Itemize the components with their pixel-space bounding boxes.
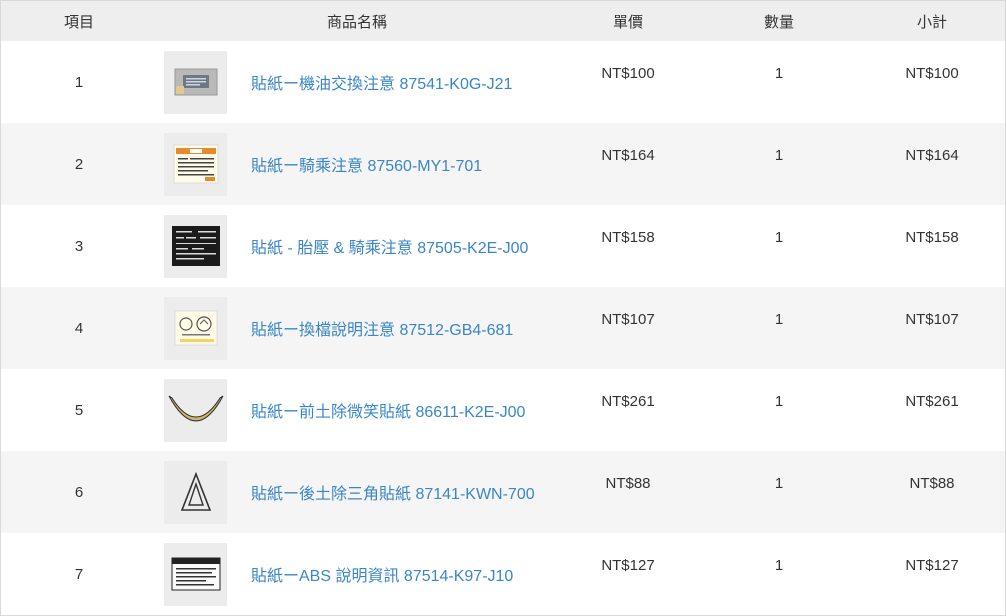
triangle-sticker-icon[interactable] bbox=[164, 460, 227, 524]
product-cell: 貼紙ー換檔說明注意 87512-GB4-681 bbox=[157, 287, 557, 369]
row-index: 7 bbox=[74, 565, 84, 583]
quantity: 1 bbox=[774, 311, 784, 328]
product-link[interactable]: 貼紙ー機油交換注意 87541-K0G-J21 bbox=[251, 70, 512, 94]
unit-price: NT$88 bbox=[605, 475, 651, 492]
table-row: 7 貼紙ーABS 說明資訊 87514-K97-J10 NT$127 1 NT$… bbox=[1, 533, 1005, 615]
unit-price: NT$127 bbox=[601, 557, 655, 574]
product-cell: 貼紙ー騎乘注意 87560-MY1-701 bbox=[157, 123, 557, 205]
product-cell: 貼紙ーABS 說明資訊 87514-K97-J10 bbox=[157, 533, 557, 615]
header-quantity: 數量 bbox=[699, 1, 859, 41]
table-row: 5 貼紙ー前土除微笑貼紙 86611-K2E-J00 NT$261 1 NT$2… bbox=[1, 369, 1005, 451]
riding-caution-sticker-icon[interactable] bbox=[164, 132, 227, 196]
tire-pressure-sticker-icon[interactable] bbox=[164, 214, 227, 278]
header-unit-price: 單價 bbox=[557, 1, 699, 41]
quantity: 1 bbox=[774, 65, 784, 82]
product-link[interactable]: 貼紙ーABS 說明資訊 87514-K97-J10 bbox=[251, 562, 513, 586]
unit-price: NT$261 bbox=[601, 393, 655, 410]
header-product-name: 商品名稱 bbox=[157, 1, 557, 41]
order-items-panel: 項目 商品名稱 單價 數量 小計 1 貼紙ー機油交換注意 87541-K0G-J… bbox=[0, 0, 1006, 616]
table-row: 6 貼紙ー後土除三角貼紙 87141-KWN-700 NT$88 1 NT$88 bbox=[1, 451, 1005, 533]
product-link[interactable]: 貼紙ー騎乘注意 87560-MY1-701 bbox=[251, 152, 482, 176]
row-index: 5 bbox=[74, 401, 84, 419]
quantity: 1 bbox=[774, 393, 784, 410]
subtotal: NT$164 bbox=[905, 147, 959, 164]
table-row: 2 貼紙ー騎乘注意 87560-MY1-701 NT$164 1 NT$164 bbox=[1, 123, 1005, 205]
oil-change-sticker-icon[interactable] bbox=[164, 50, 227, 114]
product-cell: 貼紙ー機油交換注意 87541-K0G-J21 bbox=[157, 41, 557, 123]
product-link[interactable]: 貼紙ー後土除三角貼紙 87141-KWN-700 bbox=[251, 480, 535, 504]
subtotal: NT$158 bbox=[905, 229, 959, 246]
table-row: 3 貼紙 - 胎壓 & 騎乘注意 87505-K2E-J00 NT$158 1 … bbox=[1, 205, 1005, 287]
quantity: 1 bbox=[774, 557, 784, 574]
subtotal: NT$100 bbox=[905, 65, 959, 82]
product-link[interactable]: 貼紙ー換檔說明注意 87512-GB4-681 bbox=[251, 316, 513, 340]
product-cell: 貼紙 - 胎壓 & 騎乘注意 87505-K2E-J00 bbox=[157, 205, 557, 287]
table-header-row: 項目 商品名稱 單價 數量 小計 bbox=[1, 1, 1005, 41]
row-index: 4 bbox=[74, 319, 84, 337]
abs-info-sticker-icon[interactable] bbox=[164, 542, 227, 606]
product-link[interactable]: 貼紙 - 胎壓 & 騎乘注意 87505-K2E-J00 bbox=[251, 234, 528, 258]
unit-price: NT$164 bbox=[601, 147, 655, 164]
product-cell: 貼紙ー前土除微笑貼紙 86611-K2E-J00 bbox=[157, 369, 557, 451]
quantity: 1 bbox=[774, 475, 784, 492]
row-index: 1 bbox=[74, 73, 84, 91]
row-index: 6 bbox=[74, 483, 84, 501]
subtotal: NT$88 bbox=[909, 475, 955, 492]
row-index: 2 bbox=[74, 155, 84, 173]
quantity: 1 bbox=[774, 147, 784, 164]
unit-price: NT$107 bbox=[601, 311, 655, 328]
header-index: 項目 bbox=[1, 1, 157, 41]
subtotal: NT$261 bbox=[905, 393, 959, 410]
row-index: 3 bbox=[74, 237, 84, 255]
product-cell: 貼紙ー後土除三角貼紙 87141-KWN-700 bbox=[157, 451, 557, 533]
gear-shift-sticker-icon[interactable] bbox=[164, 296, 227, 360]
subtotal: NT$107 bbox=[905, 311, 959, 328]
header-subtotal: 小計 bbox=[859, 1, 1005, 41]
quantity: 1 bbox=[774, 229, 784, 246]
smile-stripe-sticker-icon[interactable] bbox=[164, 378, 227, 442]
unit-price: NT$100 bbox=[601, 65, 655, 82]
unit-price: NT$158 bbox=[601, 229, 655, 246]
table-row: 1 貼紙ー機油交換注意 87541-K0G-J21 NT$100 1 NT$10… bbox=[1, 41, 1005, 123]
order-items-table: 項目 商品名稱 單價 數量 小計 1 貼紙ー機油交換注意 87541-K0G-J… bbox=[1, 1, 1005, 615]
subtotal: NT$127 bbox=[905, 557, 959, 574]
product-link[interactable]: 貼紙ー前土除微笑貼紙 86611-K2E-J00 bbox=[251, 398, 525, 422]
table-row: 4 貼紙ー換檔說明注意 87512-GB4-681 NT$107 1 NT$10… bbox=[1, 287, 1005, 369]
